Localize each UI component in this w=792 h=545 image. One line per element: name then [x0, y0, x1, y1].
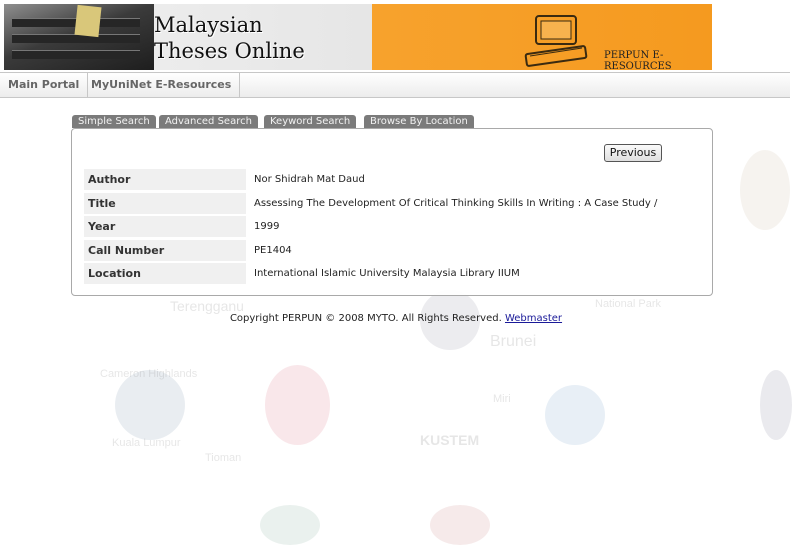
site-title-line1: Malaysian — [154, 13, 263, 37]
site-banner: Malaysian Theses Online PERPUN E-RESOURC… — [4, 4, 712, 70]
field-label: Author — [84, 169, 246, 190]
site-title-line2: Theses Online — [154, 39, 305, 63]
background-word: KUSTEM — [420, 432, 480, 448]
record-row-call-number: Call Number PE1404 — [84, 240, 704, 261]
field-label: Year — [84, 216, 246, 237]
background-word: Cameron Highlands — [100, 368, 198, 380]
background-logo — [115, 370, 185, 440]
field-value: Assessing The Development Of Critical Th… — [250, 193, 704, 214]
footer: Copyright PERPUN © 2008 MYTO. All Rights… — [0, 313, 792, 324]
background-logo — [545, 385, 605, 445]
background-logo — [760, 370, 792, 440]
tab-browse-by-location[interactable]: Browse By Location — [364, 115, 474, 128]
books-image — [4, 4, 154, 70]
tab-simple-search[interactable]: Simple Search — [72, 115, 156, 128]
record-panel: Previous Author Nor Shidrah Mat Daud Tit… — [71, 128, 713, 296]
field-value: 1999 — [250, 216, 704, 237]
brand-label: PERPUN E-RESOURCES — [604, 50, 672, 70]
field-value: PE1404 — [250, 240, 704, 261]
tab-advanced-search[interactable]: Advanced Search — [159, 115, 258, 128]
record-row-title: Title Assessing The Development Of Criti… — [84, 193, 704, 214]
record-row-year: Year 1999 — [84, 216, 704, 237]
field-value: Nor Shidrah Mat Daud — [250, 169, 704, 190]
nav-myuninet-eresources[interactable]: MyUniNet E-Resources — [83, 73, 241, 97]
background-logo — [740, 150, 790, 230]
background-word: Kuala Lumpur — [112, 437, 181, 449]
field-label: Call Number — [84, 240, 246, 261]
top-nav: Main Portal MyUniNet E-Resources — [0, 72, 790, 98]
computer-icon — [524, 15, 588, 67]
bookmark-tag — [74, 4, 102, 38]
background-word: Terengganu — [170, 298, 244, 314]
book-spine — [12, 34, 140, 43]
background-logo — [260, 505, 320, 545]
field-value: International Islamic University Malaysi… — [250, 263, 704, 284]
background-word: Tioman — [205, 452, 242, 464]
background-logo — [430, 505, 490, 545]
site-title: Malaysian Theses Online — [154, 12, 305, 64]
record-row-author: Author Nor Shidrah Mat Daud — [84, 169, 704, 190]
field-label: Location — [84, 263, 246, 284]
nav-main-portal[interactable]: Main Portal — [0, 73, 89, 97]
tab-keyword-search[interactable]: Keyword Search — [264, 115, 357, 128]
background-logo — [265, 365, 330, 445]
background-word: Brunei — [490, 333, 537, 350]
background-word: National Park — [595, 298, 662, 310]
book-spine — [12, 50, 140, 59]
background-word: Miri — [493, 393, 511, 405]
webmaster-link[interactable]: Webmaster — [505, 313, 562, 324]
copyright-text: Copyright PERPUN © 2008 MYTO. All Rights… — [229, 313, 502, 324]
previous-button[interactable]: Previous — [604, 144, 662, 162]
record-row-location: Location International Islamic Universit… — [84, 263, 704, 284]
field-label: Title — [84, 193, 246, 214]
